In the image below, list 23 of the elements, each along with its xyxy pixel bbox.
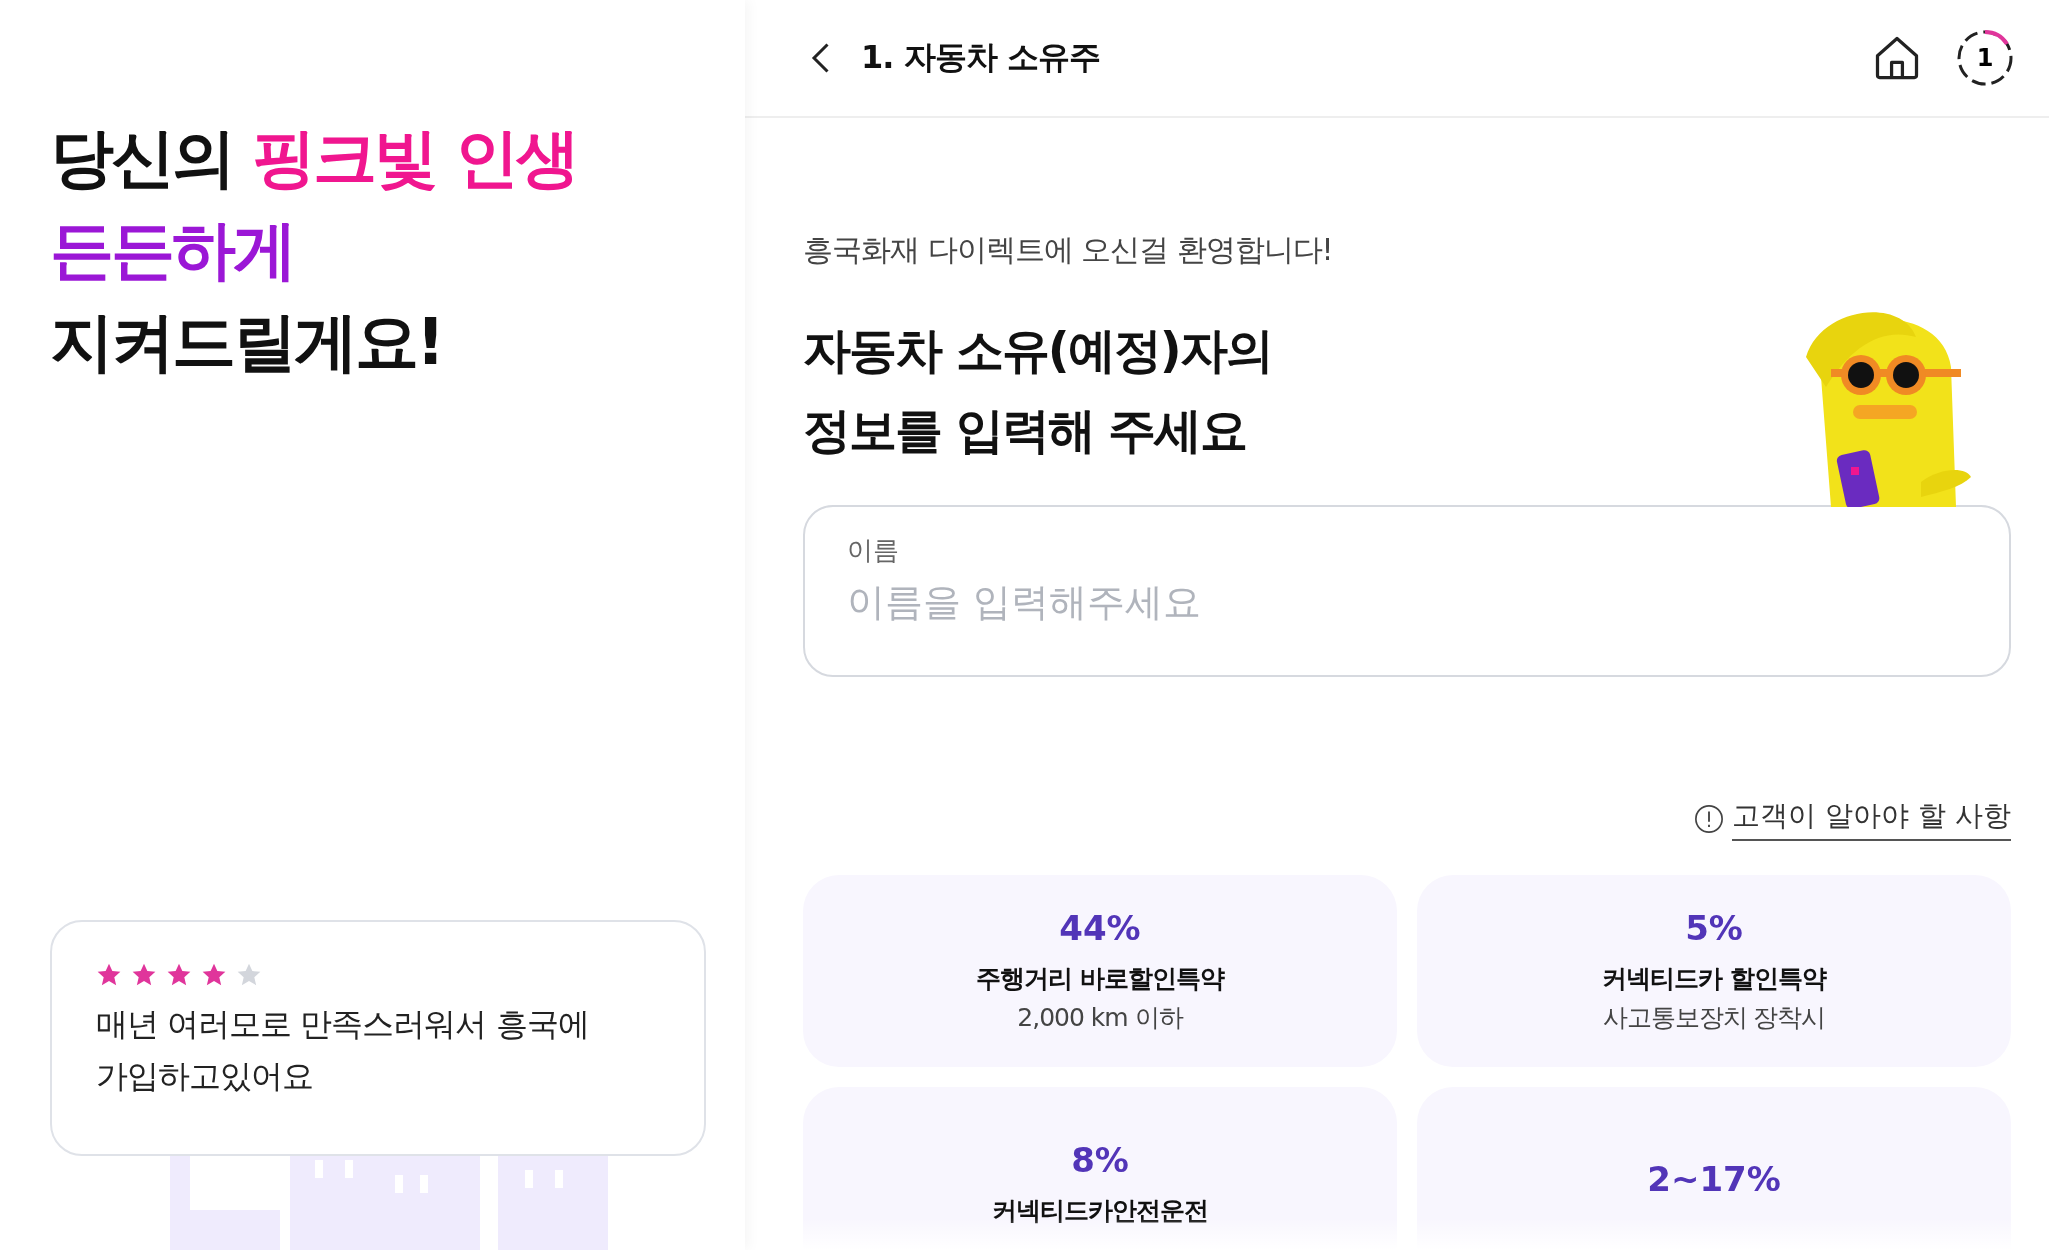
- discount-rate: 44%: [1059, 908, 1141, 948]
- star-icon: [201, 962, 227, 988]
- discount-rate: 2~17%: [1647, 1159, 1781, 1199]
- star-icon: [131, 962, 157, 988]
- field-label: 이름: [847, 534, 900, 567]
- discount-name: 커넥티드카 할인특약: [1602, 963, 1826, 995]
- discount-detail: 사고통보장치 장착시: [1602, 1002, 1826, 1034]
- discount-rate: 8%: [1071, 1139, 1129, 1180]
- star-icon: [236, 962, 262, 988]
- notice-link[interactable]: 고객이 알아야 할 사항: [1694, 797, 2011, 841]
- discount-detail: 2,000 km 이하: [1017, 1002, 1183, 1034]
- review-text: 매년 여러모로 만족스러워서 흥국에 가입하고있어요: [96, 1004, 590, 1097]
- promo-headline: 당신의 핑크빛 인생 든든하게 지켜드릴게요!: [50, 120, 577, 381]
- info-icon: [1694, 804, 1725, 834]
- star-icon: [166, 962, 192, 988]
- greeting-text: 흥국화재 다이렉트에 오신걸 환영합니다!: [803, 231, 1334, 269]
- discount-rate: 5%: [1685, 908, 1743, 948]
- discount-name: 주행거리 바로할인특약: [976, 963, 1224, 995]
- discount-name: 커넥티드카안전운전: [992, 1194, 1208, 1227]
- star-icon: [96, 962, 122, 988]
- page-title: 1. 자동차 소유주: [861, 37, 1100, 78]
- step-indicator: 1: [1955, 28, 2015, 88]
- form-heading: 자동차 소유(예정)자의 정보를 입력해 주세요: [803, 321, 1272, 460]
